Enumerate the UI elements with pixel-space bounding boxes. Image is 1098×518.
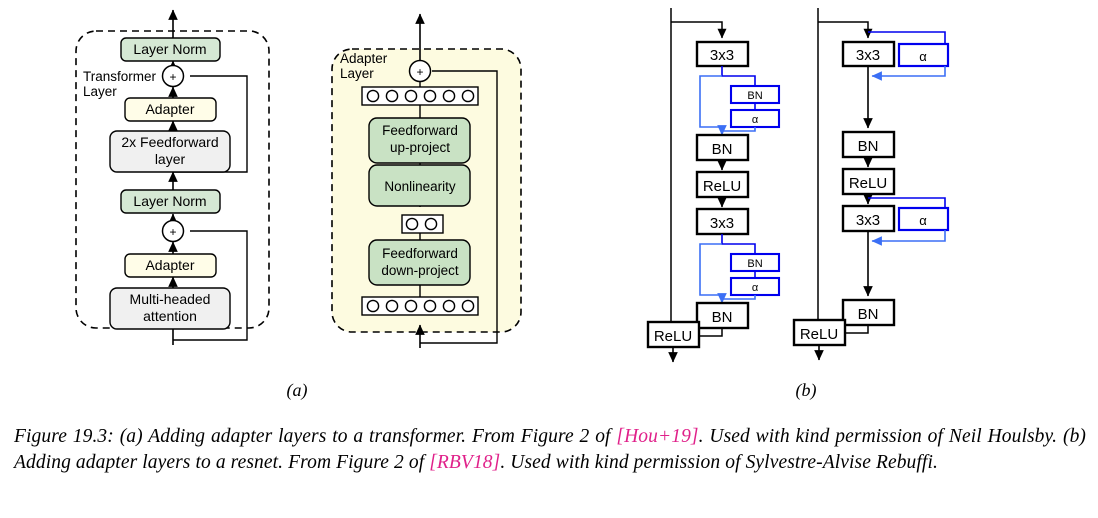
- block-adapter-top-label: Adapter: [145, 101, 194, 117]
- adapter-path-left-2-out: [717, 293, 756, 304]
- block-conv-3x3-left-1-label: 3x3: [710, 47, 734, 64]
- neuron: [366, 89, 380, 103]
- neuron: [442, 89, 456, 103]
- figure-caption-part3: . Used with kind permission of Sylvestre…: [500, 452, 938, 473]
- neuron: [442, 299, 456, 313]
- figure-caption-label: Figure 19.3:: [14, 426, 114, 447]
- adapter-block-alpha-right-2-label: α: [919, 213, 927, 228]
- block-layer-norm-top-label: Layer Norm: [133, 41, 206, 57]
- resnet-entry-branch-left: [671, 21, 727, 39]
- block-adapter-bottom-label: Adapter: [145, 257, 194, 273]
- neuron: [385, 299, 399, 313]
- block-ff-down-label-line1: Feedforward: [382, 246, 458, 261]
- adapter-path-right-1-out: [871, 66, 946, 81]
- panel-a-transformer: Transformer Layer Layer Norm + Adapter 2…: [75, 9, 270, 345]
- neuron-row-mid: [401, 214, 444, 234]
- block-attention-label-line2: attention: [143, 308, 197, 324]
- block-conv-3x3-left-2-label: 3x3: [710, 215, 734, 232]
- block-ff-up-label-line1: Feedforward: [382, 123, 458, 138]
- figure-caption-citation-2: [RBV18]: [429, 452, 501, 473]
- block-bn-right-2-label: BN: [858, 306, 879, 323]
- neuron: [424, 217, 438, 231]
- block-relu-right-1-label: ReLU: [849, 175, 887, 192]
- adapter-block-bn-left-2-label: BN: [747, 258, 762, 270]
- block-feedforward-label-line2: layer: [155, 151, 186, 167]
- subcaption-a: (a): [287, 380, 308, 401]
- panel-b-left-column: 3x3 BN α BN ReLU 3x3 BN α BN ReLU: [646, 8, 781, 363]
- neuron: [404, 299, 418, 313]
- block-bn-left-2-label: BN: [712, 309, 733, 326]
- block-conv-3x3-right-2-label: 3x3: [856, 212, 880, 229]
- neuron-row-bottom: [361, 296, 479, 316]
- adapter-block-bn-left-1-label: BN: [747, 90, 762, 102]
- neuron: [461, 89, 475, 103]
- resnet-entry-branch-right: [818, 21, 873, 39]
- block-ff-down-label-line2: down-project: [381, 263, 459, 278]
- panel-b-right-column: 3x3 α BN ReLU 3x3 α BN ReLU: [792, 8, 950, 361]
- neuron: [366, 299, 380, 313]
- adapter-block-alpha-left-2-label: α: [752, 282, 759, 294]
- adapter-layer-label-line1: Adapter: [340, 51, 388, 66]
- adapter-bypass-left-2: [699, 243, 722, 296]
- add-node-bottom-label: +: [169, 225, 176, 239]
- figure-caption-citation-1: [Hou+19]: [616, 426, 699, 447]
- neuron-row-bottom-box: [361, 296, 479, 316]
- subcaption-b: (b): [796, 380, 817, 401]
- block-conv-3x3-right-1-label: 3x3: [856, 47, 880, 64]
- neuron: [423, 299, 437, 313]
- block-layer-norm-mid-label: Layer Norm: [133, 193, 206, 209]
- figure-caption-part1: (a) Adding adapter layers to a transform…: [119, 426, 611, 447]
- block-ff-up-label-line2: up-project: [390, 140, 450, 155]
- adapter-path-left-1-in: [721, 66, 756, 86]
- block-relu-right-final-label: ReLU: [800, 326, 838, 343]
- block-nonlinearity-label: Nonlinearity: [384, 179, 456, 194]
- neuron: [404, 89, 418, 103]
- block-relu-left-1-label: ReLU: [703, 178, 741, 195]
- adapter-path-left-2-in: [721, 234, 756, 254]
- neuron: [423, 89, 437, 103]
- figure-caption: Figure 19.3: (a) Adding adapter layers t…: [14, 424, 1086, 476]
- block-attention-label-line1: Multi-headed: [130, 291, 211, 307]
- adapter-bypass-left-1: [699, 75, 722, 128]
- block-feedforward-label-line1: 2x Feedforward: [121, 134, 218, 150]
- transformer-layer-label-line1: Transformer: [83, 69, 157, 84]
- block-bn-left-1-label: BN: [712, 141, 733, 158]
- block-bn-right-1-label: BN: [858, 138, 879, 155]
- panel-a-adapter: Adapter Layer + Feedforward up-project N…: [331, 13, 522, 348]
- neuron: [405, 217, 419, 231]
- add-node-top-label: +: [169, 70, 176, 84]
- adapter-add-node-label: +: [416, 65, 423, 79]
- neuron-row-top-box: [361, 86, 479, 106]
- neuron-row-top: [361, 86, 479, 106]
- block-relu-left-final-label: ReLU: [654, 328, 692, 345]
- neuron: [385, 89, 399, 103]
- adapter-block-alpha-right-1-label: α: [919, 49, 927, 64]
- adapter-block-alpha-left-1-label: α: [752, 114, 759, 126]
- neuron: [461, 299, 475, 313]
- adapter-layer-label-line2: Layer: [340, 66, 374, 81]
- transformer-layer-label-line2: Layer: [83, 84, 117, 99]
